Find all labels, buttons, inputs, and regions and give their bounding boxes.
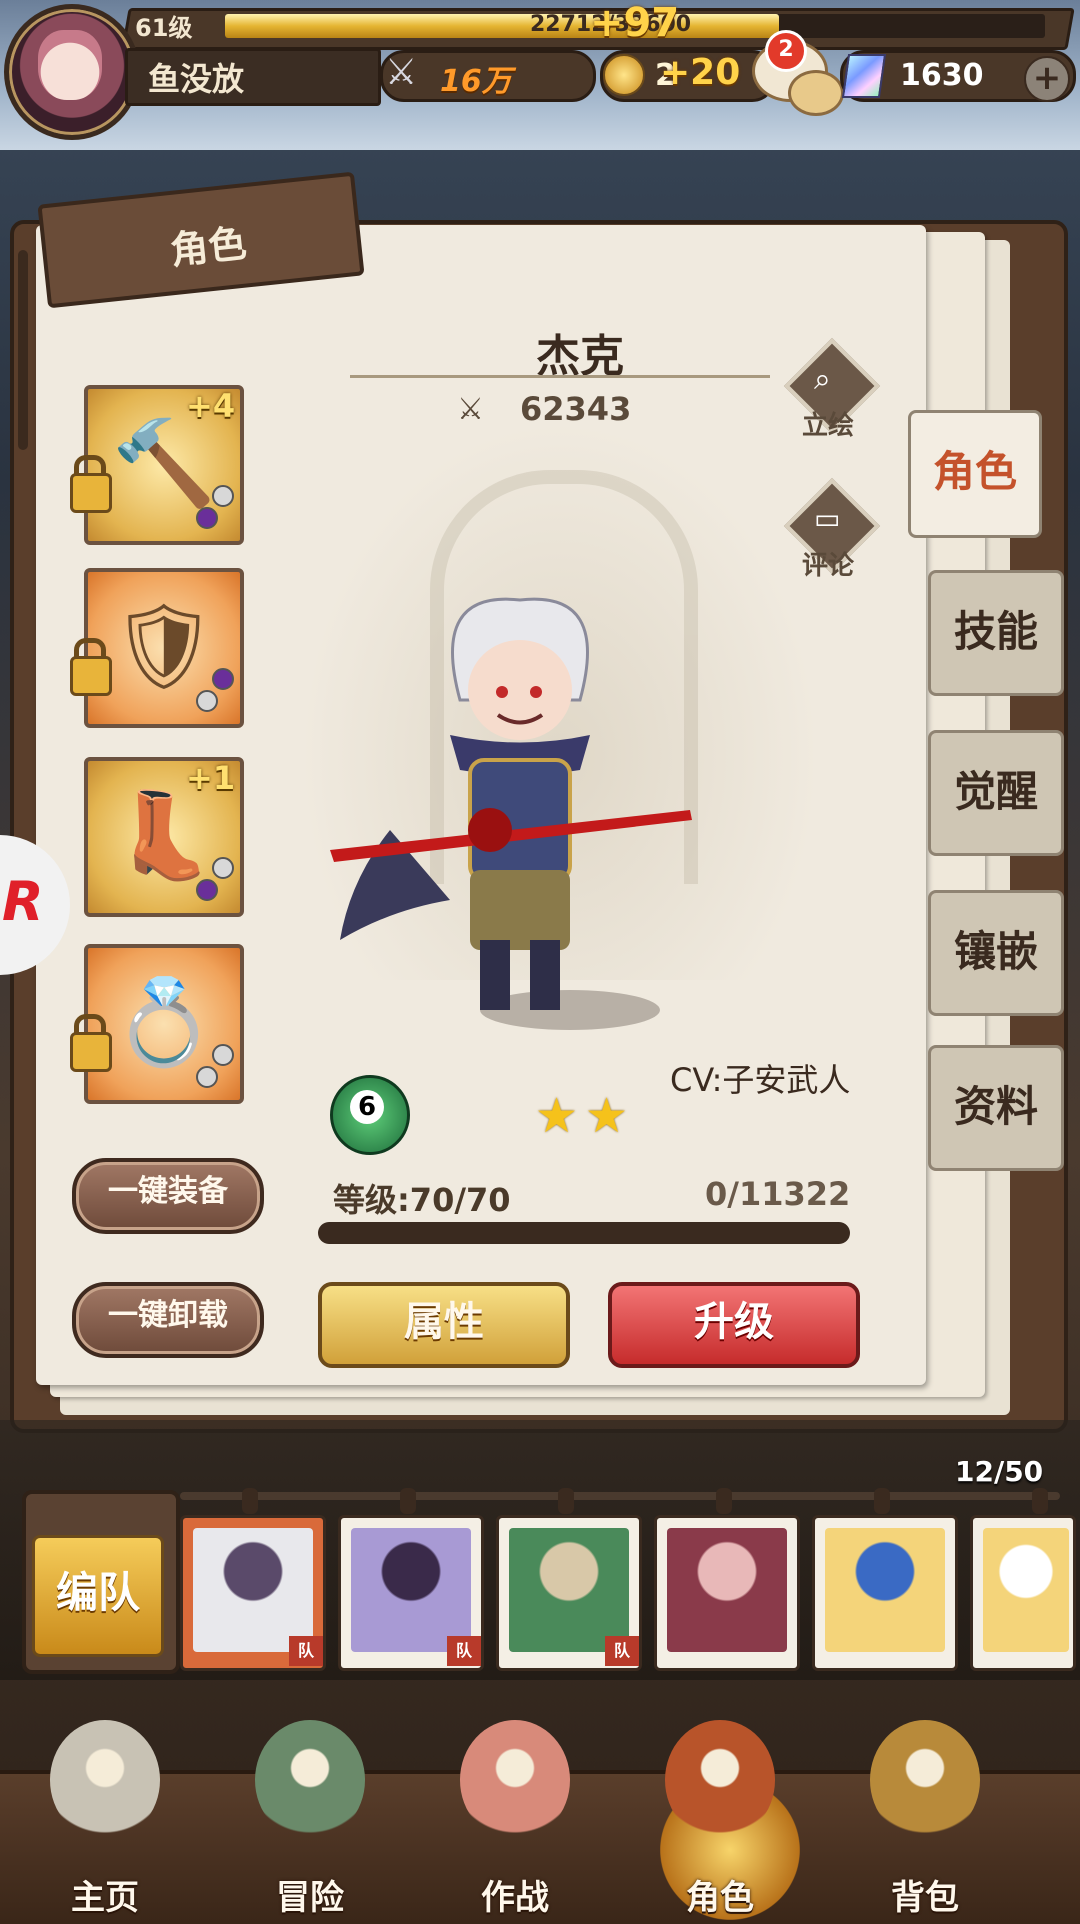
search-glyph: ⌕ — [814, 362, 831, 397]
power-icon: ⚔ — [457, 392, 484, 427]
hero-card-purple-hair-girl[interactable]: 队 — [338, 1515, 484, 1671]
nav-label: 冒险 — [276, 1878, 344, 1918]
portrait-button-label[interactable]: 立绘 — [802, 405, 854, 442]
card-hook — [874, 1488, 890, 1514]
lock-icon — [70, 473, 112, 513]
crossed-swords-icon: ⚔ — [385, 52, 418, 93]
card-hook — [558, 1488, 574, 1514]
lock-icon — [70, 656, 112, 696]
roster-count: 12/50 — [955, 1455, 1044, 1488]
gem-value: 1630 — [900, 58, 984, 93]
level-label: 等级:70/70 — [333, 1181, 511, 1219]
comment-button-label[interactable]: 评论 — [802, 545, 854, 582]
enhance-level: +1 — [186, 759, 236, 797]
xp-gain-popup: +97 — [590, 0, 680, 46]
portal-icon — [255, 1720, 365, 1840]
unequip-all-button[interactable]: 一键卸载 — [72, 1282, 264, 1358]
nav-4[interactable]: 角色 — [645, 1720, 795, 1920]
nav-3[interactable]: 作战 — [440, 1720, 590, 1920]
hero-portrait — [983, 1528, 1069, 1652]
castle-icon — [50, 1720, 160, 1840]
gold-coin-icon — [603, 54, 645, 96]
team-member-flag: 队 — [605, 1636, 639, 1666]
hero-card-blonde-blue-bow-girl[interactable] — [812, 1515, 958, 1671]
attributes-button[interactable]: 属性 — [318, 1282, 570, 1368]
socket-dot — [196, 690, 218, 712]
character-power: 62343 — [520, 390, 632, 428]
nav-label: 背包 — [891, 1878, 959, 1918]
hero-portrait — [351, 1528, 471, 1652]
star-icon: ★ — [535, 1088, 579, 1144]
player-name: 鱼没放 — [148, 60, 245, 98]
nav-label: 作战 — [481, 1878, 549, 1918]
enhance-level: +4 — [186, 387, 236, 425]
xp-bar-fill — [225, 14, 780, 38]
tab-4[interactable]: 镶嵌 — [928, 890, 1064, 1016]
upgrade-button[interactable]: 升级 — [608, 1282, 860, 1368]
equip-all-button[interactable]: 一键装备 — [72, 1158, 264, 1234]
add-gems-button[interactable]: + — [1024, 56, 1070, 102]
name-divider — [350, 375, 770, 378]
gem-icon — [841, 54, 887, 98]
hero-card-red-hair-girl[interactable] — [654, 1515, 800, 1671]
nav-5[interactable]: 背包 — [850, 1720, 1000, 1920]
floating-assistant-label: R — [2, 870, 44, 933]
socket-dot — [212, 485, 234, 507]
team-member-flag: 队 — [447, 1636, 481, 1666]
avatar-face — [38, 30, 102, 100]
card-hook — [242, 1488, 258, 1514]
socket-dot — [212, 668, 234, 690]
card-hook — [716, 1488, 732, 1514]
hero-card-blonde-boy[interactable] — [970, 1515, 1076, 1671]
backpack-icon — [870, 1720, 980, 1840]
chat-icon-secondary — [788, 70, 844, 116]
socket-dot — [196, 879, 218, 901]
tab-1[interactable]: 角色 — [908, 410, 1042, 538]
lock-icon — [70, 1032, 112, 1072]
speech-glyph: ▭ — [814, 502, 841, 535]
socket-dot — [196, 507, 218, 529]
tab-3[interactable]: 觉醒 — [928, 730, 1064, 856]
socket-dot — [212, 857, 234, 879]
nav-1[interactable]: 主页 — [30, 1720, 180, 1920]
hero-card-green-hair-man[interactable]: 队 — [496, 1515, 642, 1671]
nav-label: 角色 — [686, 1878, 754, 1918]
hero-portrait — [667, 1528, 787, 1652]
team-button[interactable]: 编队 — [32, 1535, 164, 1657]
socket-dot — [212, 1044, 234, 1066]
bookmark-rope — [18, 250, 28, 450]
card-hook — [1032, 1488, 1048, 1514]
socket-dot — [196, 1066, 218, 1088]
rank-number: 6 — [350, 1090, 384, 1124]
hero-sprite — [330, 597, 692, 1010]
hero-card-jack[interactable]: 队 — [180, 1515, 326, 1671]
battle-icon — [460, 1720, 570, 1840]
exp-bar — [318, 1222, 850, 1244]
player-level: 61级 — [135, 14, 193, 42]
roster-rail — [180, 1492, 1060, 1500]
tab-2[interactable]: 技能 — [928, 570, 1064, 696]
nav-2[interactable]: 冒险 — [235, 1720, 385, 1920]
nav-label: 主页 — [71, 1878, 139, 1918]
card-hook — [400, 1488, 416, 1514]
chat-badge: 2 — [765, 30, 807, 72]
voice-actor: CV:子安武人 — [670, 1061, 851, 1099]
hero-portrait — [825, 1528, 945, 1652]
power-value: 16万 — [440, 64, 512, 99]
exp-label: 0/11322 — [705, 1175, 851, 1213]
equipment-slot-ring[interactable]: 💍 — [84, 944, 244, 1104]
panel-title: 角色 — [168, 221, 249, 273]
team-member-flag: 队 — [289, 1636, 323, 1666]
gold-gain-popup: +20 — [660, 52, 741, 93]
hero-portrait — [193, 1528, 313, 1652]
tab-5[interactable]: 资料 — [928, 1045, 1064, 1171]
equipment-slot-armor[interactable]: 🛡 — [84, 568, 244, 728]
star-icon: ★ — [585, 1088, 629, 1144]
hero-portrait — [509, 1528, 629, 1652]
book-icon — [665, 1720, 775, 1840]
